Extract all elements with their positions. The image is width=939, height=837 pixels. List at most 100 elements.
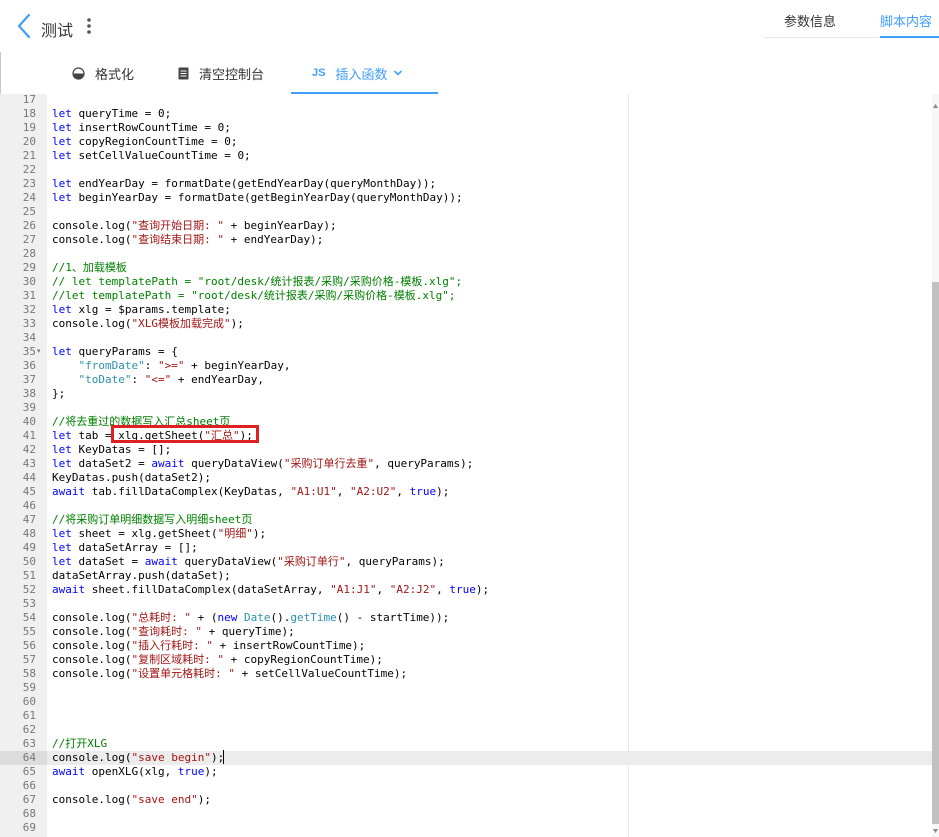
tab-script-content[interactable]: 脚本内容: [880, 11, 932, 30]
code-line[interactable]: console.log("插入行耗时: " + insertRowCountTi…: [52, 639, 365, 653]
line-number: 53: [22, 597, 36, 610]
code-line[interactable]: dataSetArray.push(dataSet);: [52, 569, 231, 583]
line-number: 67: [22, 793, 36, 806]
line-number: 22: [22, 163, 36, 176]
code-line[interactable]: console.log("查询耗时: " + queryTime);: [52, 625, 295, 639]
code-line[interactable]: "fromDate": ">=" + beginYearDay,: [52, 359, 291, 373]
scroll-up-button[interactable]: [932, 98, 939, 108]
code-line[interactable]: let insertRowCountTime = 0;: [52, 121, 231, 135]
format-button[interactable]: 格式化: [72, 52, 134, 94]
code-line[interactable]: //let templatePath = "root/desk/统计报表/采购/…: [52, 289, 456, 303]
line-number: 57: [22, 653, 36, 666]
code-line[interactable]: await tab.fillDataComplex(KeyDatas, "A1:…: [52, 485, 449, 499]
code-line[interactable]: // let templatePath = "root/desk/统计报表/采购…: [52, 275, 462, 289]
line-number: 31: [22, 289, 36, 302]
fold-toggle-icon[interactable]: ▾: [37, 345, 45, 359]
insert-function-label: 插入函数: [335, 66, 388, 82]
line-number: 20: [22, 135, 36, 148]
line-number: 43: [22, 457, 36, 470]
line-number: 60: [22, 695, 36, 708]
line-number: 65: [22, 765, 36, 778]
code-line[interactable]: //将采购订单明细数据写入明细sheet页: [52, 513, 252, 527]
scroll-down-button[interactable]: [932, 823, 939, 833]
line-number: 32: [22, 303, 36, 316]
code-line[interactable]: await openXLG(xlg, true);: [52, 765, 218, 779]
line-number: 50: [22, 555, 36, 568]
line-number: 59: [22, 681, 36, 694]
code-line[interactable]: let beginYearDay = formatDate(getBeginYe…: [52, 191, 463, 205]
line-number: 56: [22, 639, 36, 652]
code-line[interactable]: console.log("save begin");: [52, 751, 224, 765]
text-cursor: [223, 750, 224, 764]
code-line[interactable]: console.log("查询开始日期: " + beginYearDay);: [52, 219, 337, 233]
line-number: 52: [22, 583, 36, 596]
insert-function-dropdown[interactable]: JS 插入函数: [312, 52, 403, 94]
line-number: 19: [22, 121, 36, 134]
code-line[interactable]: console.log("设置单元格耗时: " + setCellValueCo…: [52, 667, 407, 681]
vertical-scrollbar[interactable]: [932, 94, 939, 837]
line-number: 49: [22, 541, 36, 554]
palette-icon: [72, 66, 85, 80]
format-label: 格式化: [95, 66, 135, 82]
print-margin: [628, 94, 629, 837]
code-line[interactable]: "toDate": "<=" + endYearDay,: [52, 373, 264, 387]
line-number: 48: [22, 527, 36, 540]
code-line[interactable]: let dataSetArray = [];: [52, 541, 198, 555]
code-line[interactable]: console.log("save end");: [52, 793, 211, 807]
tab-parameter-info[interactable]: 参数信息: [784, 11, 836, 30]
code-line[interactable]: let setCellValueCountTime = 0;: [52, 149, 251, 163]
line-number: 37: [22, 373, 36, 386]
line-number: 25: [22, 205, 36, 218]
line-number: 38: [22, 387, 36, 400]
chevron-down-icon: [393, 69, 403, 77]
line-number: 17: [22, 94, 36, 106]
line-number: 54: [22, 611, 36, 624]
line-number: 58: [22, 667, 36, 680]
scroll-down-arrow-icon: [933, 829, 938, 833]
code-line[interactable]: let queryTime = 0;: [52, 107, 171, 121]
line-number: 27: [22, 233, 36, 246]
document-icon: [178, 67, 189, 80]
code-line[interactable]: };: [52, 387, 65, 401]
code-line[interactable]: let dataSet2 = await queryDataView("采购订单…: [52, 457, 473, 471]
clear-console-button[interactable]: 清空控制台: [178, 52, 264, 94]
line-number: 64: [22, 751, 36, 764]
code-line[interactable]: let dataSet = await queryDataView("采购订单行…: [52, 555, 445, 569]
code-line[interactable]: console.log("查询结束日期: " + endYearDay);: [52, 233, 323, 247]
code-line[interactable]: let copyRegionCountTime = 0;: [52, 135, 237, 149]
clear-console-label: 清空控制台: [199, 66, 265, 82]
line-number: 35: [22, 345, 36, 358]
editor-toolbar: 格式化 清空控制台 JS 插入函数: [0, 52, 939, 96]
line-number: 46: [22, 499, 36, 512]
line-number: 18: [22, 107, 36, 120]
code-line[interactable]: let endYearDay = formatDate(getEndYearDa…: [52, 177, 436, 191]
line-number: 44: [22, 471, 36, 484]
line-number: 68: [22, 807, 36, 820]
active-tab-indicator: [880, 36, 939, 38]
back-button[interactable]: [14, 12, 36, 40]
code-editor[interactable]: 17 18 19 20 21 22 23 24 25 26 27 28 29 30 31 32 33 34 35 ▾ 3…: [0, 94, 939, 837]
scrollbar-thumb[interactable]: [932, 282, 939, 824]
code-line[interactable]: let sheet = xlg.getSheet("明细");: [52, 527, 266, 541]
line-number: 24: [22, 191, 36, 204]
code-line[interactable]: //打开XLG: [52, 737, 107, 751]
code-line[interactable]: console.log("复制区域耗时: " + copyRegionCount…: [52, 653, 383, 667]
line-number: 42: [22, 443, 36, 456]
more-menu-button[interactable]: [82, 16, 96, 36]
header-bar: 测试 参数信息 脚本内容: [0, 0, 939, 52]
code-line[interactable]: let queryParams = {: [52, 345, 178, 359]
code-line[interactable]: console.log("总耗时: " + (new Date().getTim…: [52, 611, 449, 625]
code-line[interactable]: //1、加载模板: [52, 261, 127, 275]
line-number: 33: [22, 317, 36, 330]
code-content[interactable]: let queryTime = 0; let insertRowCountTime…: [47, 94, 932, 837]
page-title: 测试: [41, 23, 74, 40]
line-number: 66: [22, 779, 36, 792]
code-line[interactable]: let KeyDatas = [];: [52, 443, 171, 457]
code-line[interactable]: KeyDatas.push(dataSet2);: [52, 471, 211, 485]
line-number: 40: [22, 415, 36, 428]
line-number: 36: [22, 359, 36, 372]
code-line[interactable]: let xlg = $params.template;: [52, 303, 231, 317]
code-line[interactable]: await sheet.fillDataComplex(dataSetArray…: [52, 583, 489, 597]
code-line[interactable]: console.log("XLG模板加载完成");: [52, 317, 244, 331]
line-number: 61: [22, 709, 36, 722]
